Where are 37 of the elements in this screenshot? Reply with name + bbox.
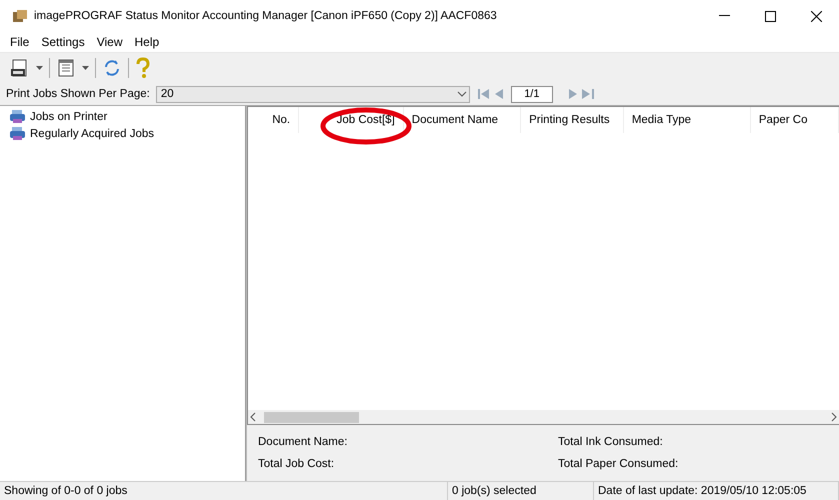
detail-label: Total Job Cost:	[258, 458, 336, 470]
page-field[interactable]: 1/1	[510, 86, 553, 102]
detail-label: Total Paper Consumed:	[558, 458, 680, 470]
caret-icon[interactable]	[36, 66, 43, 70]
column-header[interactable]: Paper Co	[750, 107, 839, 133]
refresh-icon[interactable]	[102, 58, 122, 78]
window-title: imagePROGRAF Status Monitor Accounting Manager [Canon iPF650 (Copy 2)] AACF0863	[34, 10, 498, 22]
chevron-right-icon[interactable]	[829, 412, 839, 422]
app-icon	[12, 9, 28, 23]
column-header[interactable]: No.	[248, 107, 300, 133]
status-text: Showing of 0-0 of 0 jobs	[0, 482, 448, 500]
per-page-label: Print Jobs Shown Per Page:	[6, 88, 150, 100]
maximize-icon[interactable]	[764, 10, 776, 22]
caret-icon[interactable]	[82, 66, 89, 70]
menu-item[interactable]: File	[4, 35, 36, 49]
column-header[interactable]: Printing Results	[521, 107, 624, 133]
menu-item[interactable]: View	[90, 35, 128, 49]
printer-icon	[10, 110, 26, 123]
chevron-down-icon[interactable]	[454, 90, 469, 98]
properties-icon[interactable]	[56, 58, 76, 78]
menu-item[interactable]: Help	[128, 35, 166, 49]
column-header[interactable]: Media Type	[624, 107, 751, 133]
minimize-icon[interactable]	[718, 15, 730, 17]
close-icon[interactable]	[810, 10, 822, 22]
status-text: 0 job(s) selected	[448, 482, 594, 500]
status-text: Date of last update: 2019/05/10 12:05:05	[594, 482, 839, 500]
detail-label: Total Ink Consumed:	[558, 436, 664, 448]
detail-label: Document Name:	[258, 436, 348, 448]
horizontal-scrollbar[interactable]	[248, 410, 839, 424]
chevron-left-icon[interactable]	[248, 412, 258, 422]
per-page-dropdown[interactable]: 20	[156, 86, 470, 102]
column-header[interactable]: Job Cost[$]	[299, 107, 404, 133]
tree-item[interactable]: Regularly Acquired Jobs	[30, 128, 154, 140]
column-header[interactable]: Document Name	[404, 107, 522, 133]
tree-item[interactable]: Jobs on Printer	[30, 110, 108, 122]
printer-icon	[10, 127, 26, 140]
menu-item[interactable]: Settings	[35, 35, 91, 49]
